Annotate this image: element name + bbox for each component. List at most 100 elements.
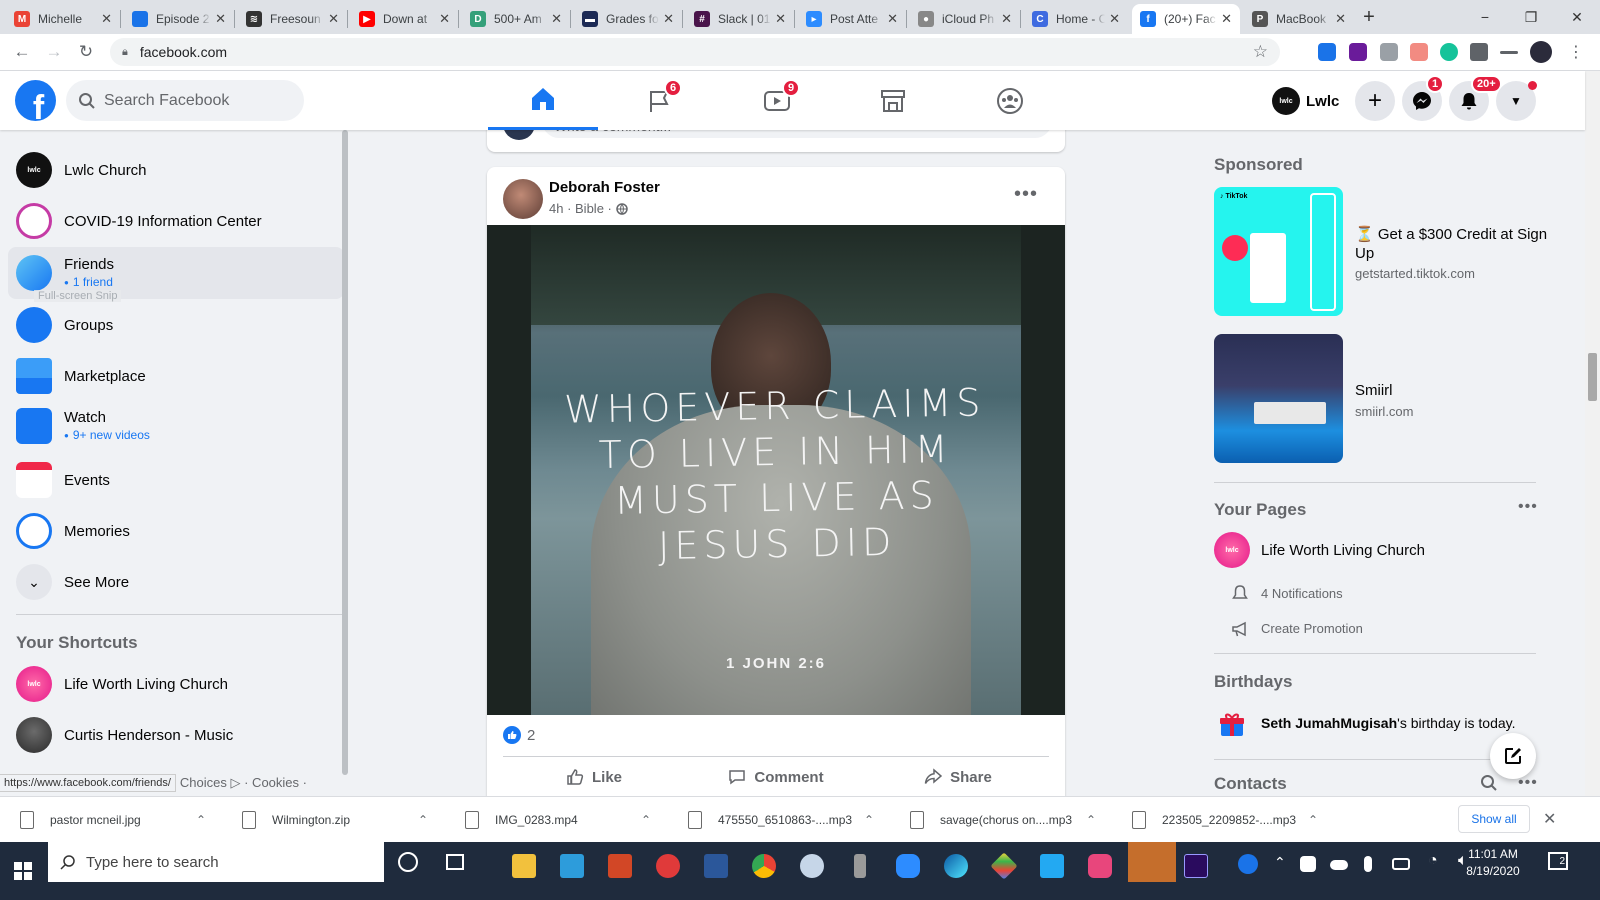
mic-tray-icon[interactable] (1364, 856, 1372, 872)
post-image[interactable]: WHOEVER CLAIMS TO LIVE IN HIM MUST LIVE … (487, 225, 1065, 715)
tray-chevron-icon[interactable]: ⌃ (1274, 854, 1286, 871)
post-author[interactable]: Deborah Foster (549, 179, 660, 196)
sidebar-item-marketplace[interactable]: Marketplace (8, 350, 344, 402)
clock[interactable]: 11:01 AM 8/19/2020 (1458, 846, 1528, 880)
ad-image-tiktok[interactable]: ♪ TikTok (1214, 187, 1343, 316)
edge-icon[interactable] (944, 854, 968, 878)
browser-tab[interactable]: D 500+ Am ✕ (462, 4, 570, 34)
chrome-icon[interactable] (752, 854, 776, 878)
extension-icon[interactable] (1318, 43, 1336, 61)
browser-tab[interactable]: C Home - C ✕ (1024, 4, 1128, 34)
page-notifications[interactable]: 4 Notifications (1261, 586, 1343, 601)
windows-start-icon[interactable] (14, 862, 32, 885)
app-icon[interactable] (800, 854, 824, 878)
browser-tab[interactable]: f (20+) Fac ✕ (1132, 4, 1240, 34)
url-input[interactable]: 🔒︎ facebook.com ☆ (110, 38, 1280, 66)
wifi-icon[interactable]: ◔ (1428, 852, 1438, 870)
search-input[interactable]: Search Facebook (66, 80, 304, 121)
show-all-button[interactable]: Show all (1458, 805, 1530, 833)
browser-tab[interactable]: ● iCloud Ph ✕ (910, 4, 1020, 34)
close-tab-icon[interactable]: ✕ (887, 11, 898, 27)
task-view-icon[interactable] (446, 854, 464, 870)
account-menu-button[interactable]: ▼ (1496, 81, 1537, 121)
close-tab-icon[interactable]: ✕ (1335, 11, 1346, 27)
browser-tab[interactable]: # Slack | 01 ✕ (686, 4, 794, 34)
taskbar-search-input[interactable]: Type here to search (48, 842, 384, 882)
contacts-search-icon[interactable] (1480, 774, 1498, 797)
close-tab-icon[interactable]: ✕ (215, 11, 226, 27)
notifications-button[interactable]: 20+ (1449, 75, 1502, 121)
birthday-text[interactable]: Seth JumahMugisah's birthday is today. (1261, 715, 1516, 731)
browser-tab[interactable]: Episode 2 ✕ (124, 4, 234, 34)
reaction-summary[interactable]: 2 (503, 726, 535, 744)
sidebar-item-memories[interactable]: Memories (8, 505, 344, 557)
close-tab-icon[interactable]: ✕ (1001, 11, 1012, 27)
reading-list-icon[interactable] (1500, 51, 1518, 54)
sidebar-scrollbar[interactable] (342, 130, 348, 775)
groups-tab[interactable] (955, 71, 1065, 130)
close-tab-icon[interactable]: ✕ (663, 11, 674, 27)
sidebar-item-watch[interactable]: Watch9+ new videos (8, 400, 344, 452)
footer-text[interactable]: Choices ▷ · Cookies · (180, 775, 307, 791)
download-item[interactable]: pastor mcneil.jpg ⌃ (20, 797, 220, 843)
shortcut-life-worth-living[interactable]: lwlc Life Worth Living Church (8, 658, 344, 710)
page-avatar[interactable]: lwlc (1214, 532, 1250, 568)
pages-options-icon[interactable]: ••• (1518, 498, 1538, 516)
download-options-chevron-icon[interactable]: ⌃ (196, 813, 206, 827)
download-options-chevron-icon[interactable]: ⌃ (1308, 813, 1318, 827)
ad-title[interactable]: Smiirl (1355, 382, 1393, 399)
forward-icon[interactable]: → (42, 40, 66, 64)
close-tab-icon[interactable]: ✕ (1109, 11, 1120, 27)
close-tab-icon[interactable]: ✕ (775, 11, 786, 27)
microphone-icon[interactable] (854, 854, 866, 878)
file-explorer-icon[interactable] (512, 854, 536, 878)
author-avatar[interactable] (503, 179, 543, 219)
download-item[interactable]: 475550_6510863-....mp3 ⌃ (688, 797, 888, 843)
shortcut-curtis-henderson[interactable]: Curtis Henderson - Music (8, 709, 344, 761)
browser-tab[interactable]: ▬ Grades fo ✕ (574, 4, 682, 34)
marketplace-tab[interactable] (838, 71, 948, 130)
premiere-icon[interactable] (1184, 854, 1208, 878)
browser-tab[interactable]: ▶ Down at ✕ (351, 4, 458, 34)
close-tab-icon[interactable]: ✕ (439, 11, 450, 27)
download-item[interactable]: IMG_0283.mp4 ⌃ (465, 797, 665, 843)
battery-icon[interactable] (1392, 858, 1410, 870)
ad-image-smiirl[interactable] (1214, 334, 1343, 463)
app-icon[interactable] (990, 852, 1018, 880)
messenger-button[interactable]: 1 (1402, 75, 1445, 121)
close-downloads-icon[interactable]: ✕ (1543, 809, 1556, 829)
maximize-button[interactable]: ❐ (1508, 0, 1554, 34)
facebook-logo[interactable]: f (15, 80, 56, 121)
download-options-chevron-icon[interactable]: ⌃ (418, 813, 428, 827)
sidebar-item-groups[interactable]: Groups (8, 299, 344, 351)
download-item[interactable]: Wilmington.zip ⌃ (242, 797, 442, 843)
new-message-button[interactable] (1490, 733, 1536, 779)
close-tab-icon[interactable]: ✕ (551, 11, 562, 27)
grammarly-icon[interactable] (1440, 43, 1458, 61)
sidebar-item-lwlc-church[interactable]: lwlc Lwlc Church (8, 144, 344, 196)
download-options-chevron-icon[interactable]: ⌃ (641, 813, 651, 827)
close-tab-icon[interactable]: ✕ (101, 11, 112, 27)
home-tab[interactable] (488, 71, 598, 130)
help-icon[interactable] (1238, 854, 1258, 874)
download-item[interactable]: savage(chorus on....mp3 ⌃ (910, 797, 1110, 843)
cortana-icon[interactable] (398, 852, 418, 872)
extension-icon[interactable] (1410, 43, 1428, 61)
new-tab-button[interactable]: + (1354, 0, 1384, 34)
like-button[interactable]: Like (503, 761, 685, 793)
watch-tab[interactable]: 9 (722, 71, 832, 130)
create-button[interactable]: + (1355, 81, 1395, 121)
browser-tab[interactable]: P MacBook ✕ (1244, 4, 1354, 34)
download-item[interactable]: 223505_2209852-....mp3 ⌃ (1132, 797, 1332, 843)
page-scrollbar[interactable] (1585, 71, 1600, 796)
sidebar-item-covid-19-information-center[interactable]: COVID-19 Information Center (8, 195, 344, 247)
download-options-chevron-icon[interactable]: ⌃ (1086, 813, 1096, 827)
active-app-highlight[interactable] (1128, 842, 1176, 882)
zoom-icon[interactable] (896, 854, 920, 878)
browser-tab[interactable]: ▸ Post Atte ✕ (798, 4, 906, 34)
profile-avatar[interactable] (1530, 41, 1552, 63)
profile-button[interactable]: lwlc Lwlc (1272, 83, 1339, 119)
pages-tab[interactable]: 6 (604, 71, 714, 130)
powerpoint-icon[interactable] (608, 854, 632, 878)
extension-icon[interactable] (1380, 43, 1398, 61)
